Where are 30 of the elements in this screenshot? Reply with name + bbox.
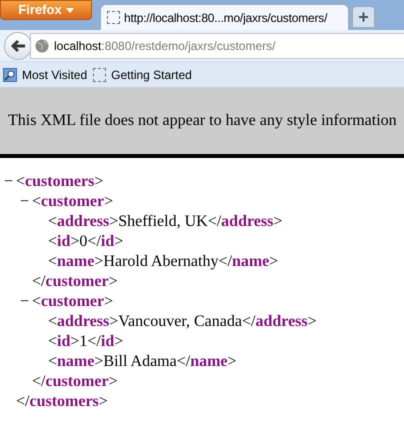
page-icon <box>107 11 120 24</box>
xml-line: <id>0</id> <box>48 232 124 252</box>
tab-title: http://localhost:80...mo/jaxrs/customers/ <box>124 10 328 26</box>
collapse-toggle[interactable]: − <box>20 192 32 212</box>
xml-line: <customers> <box>16 172 104 192</box>
url-text: localhost:8080/restdemo/jaxrs/customers/ <box>54 38 276 54</box>
address-field[interactable]: localhost:8080/restdemo/jaxrs/customers/ <box>30 32 404 58</box>
bookmark-link[interactable]: Most Visited <box>3 66 88 84</box>
dropdown-caret-icon <box>66 8 74 12</box>
back-arrow-icon <box>10 38 26 52</box>
page-icon <box>93 68 106 82</box>
info-message: This XML file does not appear to have any style information <box>8 111 397 131</box>
bookmarks-magnifier-icon <box>3 68 17 82</box>
xml-line: </customer> <box>32 372 118 392</box>
xml-line: <name>Bill Adama</name> <box>48 352 237 372</box>
xml-line: </customer> <box>32 272 118 292</box>
xml-line: <customer> <box>32 292 114 312</box>
browser-tab[interactable]: http://localhost:80...mo/jaxrs/customers/ <box>100 4 349 30</box>
bookmark-link[interactable]: Getting Started <box>93 66 192 84</box>
new-tab-button[interactable]: + <box>352 6 375 28</box>
xml-line: <address>Sheffield, UK</address> <box>48 212 282 232</box>
xml-line: </customers> <box>16 392 108 412</box>
xml-line: <customer> <box>32 192 114 212</box>
collapse-toggle[interactable]: − <box>4 172 16 192</box>
xml-line: <name>Harold Abernathy</name> <box>48 252 278 272</box>
back-button[interactable] <box>4 32 32 60</box>
xml-line: <id>1</id> <box>48 332 124 352</box>
collapse-toggle[interactable]: − <box>20 292 32 312</box>
xml-line: <address>Vancouver, Canada</address> <box>48 312 317 332</box>
globe-icon <box>35 38 49 52</box>
